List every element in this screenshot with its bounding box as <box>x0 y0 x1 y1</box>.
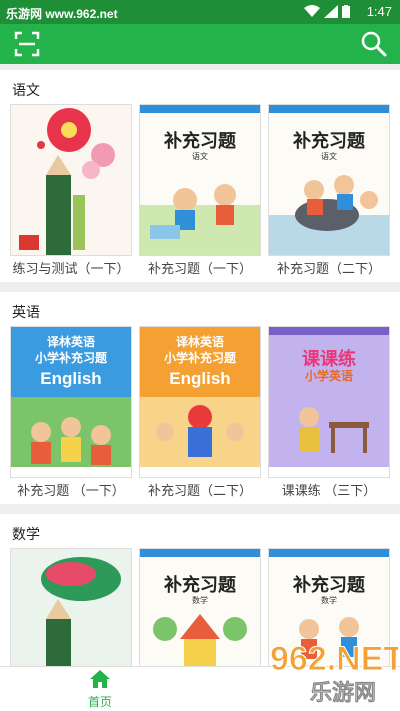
cover-title: 补充习题 <box>293 131 365 152</box>
cover-art <box>11 105 131 255</box>
section-yuwen: 语文 练习与测试（一下） 补充习题 语文 补充习题（一下） 补充习题 语文 补充… <box>0 70 400 282</box>
cover-line-2: 小学补充习题 <box>163 351 236 365</box>
book-cover[interactable]: 补充习题 语文 <box>268 104 390 256</box>
book-cover[interactable]: 译林英语 小学补充习题 English <box>139 326 261 478</box>
book-row: 译林英语 小学补充习题 English 补充习题 （一下） 译林英语 小学补充习… <box>0 326 400 504</box>
book-title: 补充习题 （一下） <box>17 483 125 498</box>
book-cover[interactable] <box>10 548 132 666</box>
status-icons <box>304 5 350 21</box>
section-english: 英语 译林英语 小学补充习题 English 补充习题 （一下） 译林英语 小学… <box>0 292 400 504</box>
cover-line-1: 译林英语 <box>46 335 95 349</box>
scan-icon[interactable] <box>14 31 40 57</box>
status-site-text: 乐游网 www.962.net <box>6 7 118 21</box>
book-title: 练习与测试（一下） <box>12 261 130 276</box>
cover-subject: 语文 <box>321 152 337 161</box>
watermark-logo: 962.NET 乐游网 <box>270 640 399 706</box>
book-cover[interactable]: 课课练 小学英语 <box>268 326 390 478</box>
book-item[interactable]: 译林英语 小学补充习题 English 补充习题 （一下） <box>10 326 132 504</box>
battery-icon <box>342 5 350 18</box>
book-title: 补充习题（二下） <box>276 261 381 276</box>
nav-home-label: 首页 <box>87 695 112 709</box>
book-title: 补充习题（一下） <box>147 261 252 276</box>
cover-art <box>11 549 131 666</box>
home-icon <box>90 670 110 688</box>
book-cover[interactable]: 补充习题 数学 <box>139 548 261 666</box>
cover-keke-sub: 小学英语 <box>304 369 353 383</box>
book-cover[interactable]: 补充习题 语文 <box>139 104 261 256</box>
cover-english: English <box>169 369 231 388</box>
cover-art <box>140 549 260 666</box>
status-time: 1:47 <box>366 4 392 19</box>
watermark-brand: 962.NET <box>270 640 398 678</box>
cover-line-1: 译林英语 <box>175 335 224 349</box>
cover-english: English <box>40 369 102 388</box>
signal-icon <box>324 5 339 18</box>
book-item[interactable]: 补充习题 数学 <box>139 548 261 666</box>
cover-title: 补充习题 <box>164 575 236 596</box>
book-item[interactable]: 练习与测试（一下） <box>10 104 132 282</box>
book-item[interactable]: 课课练 小学英语 课课练 （三下） <box>268 326 390 504</box>
cover-line-2: 小学补充习题 <box>34 351 107 365</box>
book-title: 课课练 （三下） <box>281 483 377 498</box>
app-bar <box>0 24 400 64</box>
book-cover[interactable]: 译林英语 小学补充习题 English <box>10 326 132 478</box>
book-item[interactable] <box>10 548 132 666</box>
section-title: 英语 <box>12 304 40 320</box>
book-row: 练习与测试（一下） 补充习题 语文 补充习题（一下） 补充习题 语文 补充习题（… <box>0 104 400 282</box>
book-item[interactable]: 译林英语 小学补充习题 English 补充习题（二下） <box>139 326 261 504</box>
cover-subject: 语文 <box>192 152 208 161</box>
cover-title: 补充习题 <box>164 131 236 152</box>
book-item[interactable]: 补充习题 语文 补充习题（一下） <box>139 104 261 282</box>
wifi-icon <box>304 5 321 17</box>
search-icon[interactable] <box>360 30 388 58</box>
section-title: 数学 <box>12 526 40 542</box>
cover-subject: 数学 <box>192 596 208 605</box>
nav-home[interactable]: 首页 <box>70 669 130 711</box>
book-title: 补充习题（二下） <box>147 483 252 498</box>
status-bar: 乐游网 www.962.net 1:47 <box>0 0 400 24</box>
cover-subject: 数学 <box>321 596 337 605</box>
book-cover[interactable] <box>10 104 132 256</box>
cover-title: 补充习题 <box>293 575 365 596</box>
watermark-sub: 乐游网 <box>310 680 376 705</box>
bookshelf: 语文 练习与测试（一下） 补充习题 语文 补充习题（一下） 补充习题 语文 补充… <box>0 64 400 666</box>
section-title: 语文 <box>12 82 40 98</box>
book-item[interactable]: 补充习题 语文 补充习题（二下） <box>268 104 390 282</box>
